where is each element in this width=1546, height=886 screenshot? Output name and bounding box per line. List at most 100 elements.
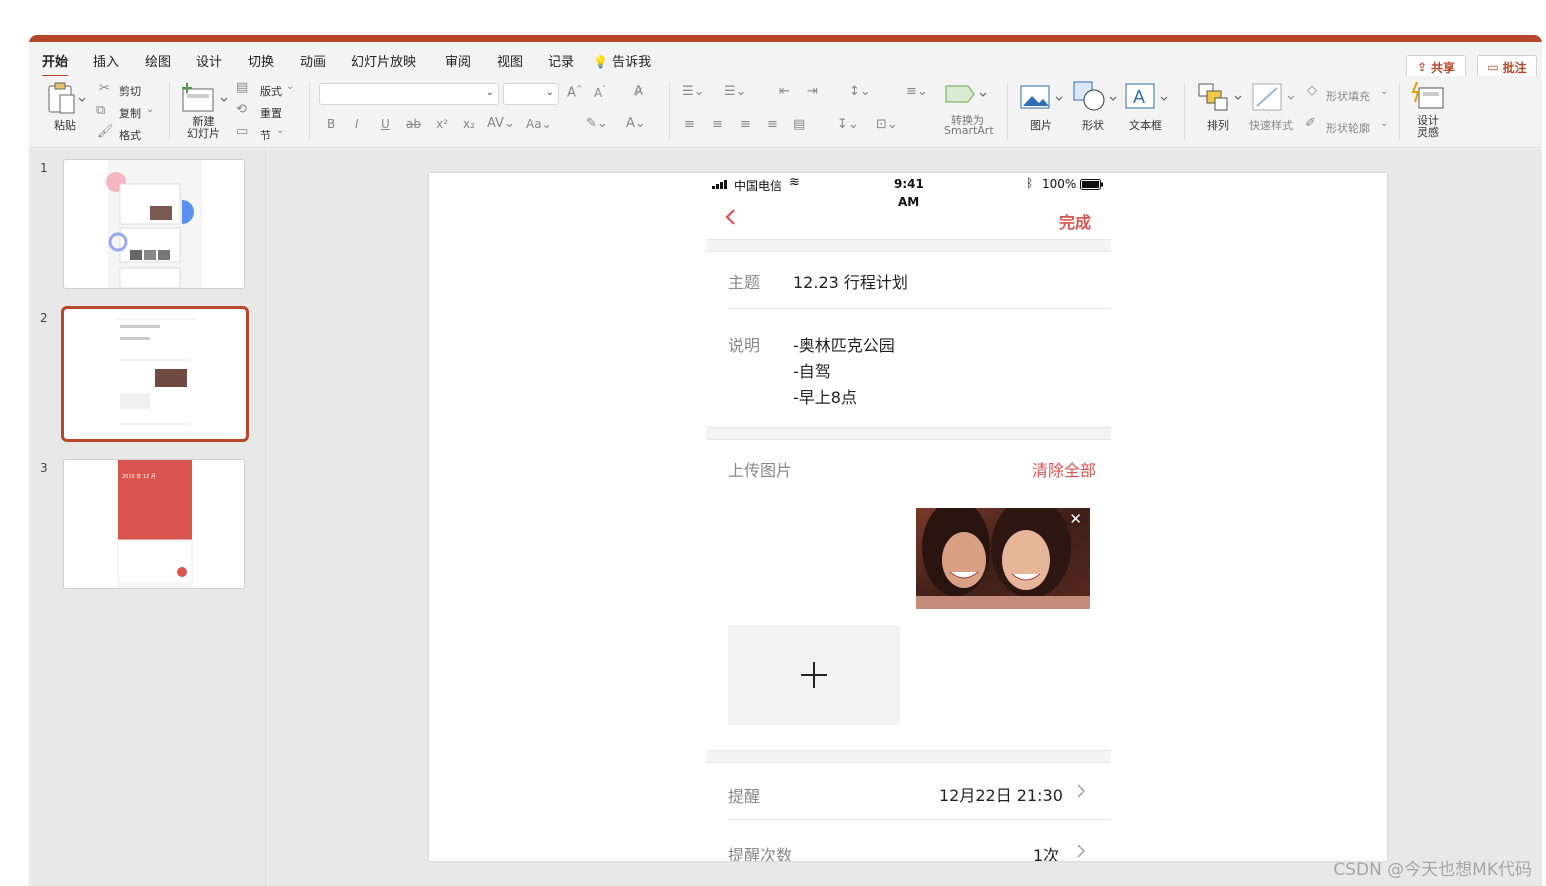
tab-view[interactable]: 视图 bbox=[497, 51, 523, 70]
slide-number: 3 bbox=[40, 461, 48, 475]
textbox-icon[interactable]: A bbox=[1124, 82, 1170, 112]
subscript-icon[interactable]: x₂ bbox=[463, 117, 475, 131]
section-icon[interactable]: ▭ bbox=[236, 124, 248, 139]
tab-record[interactable]: 记录 bbox=[548, 51, 574, 70]
chevron-right-icon[interactable] bbox=[1076, 843, 1086, 859]
layout-icon[interactable]: ▤ bbox=[236, 80, 248, 95]
format-painter-icon[interactable]: 🖌 bbox=[97, 124, 114, 139]
quick-styles-icon[interactable] bbox=[1251, 82, 1297, 112]
decrease-indent-icon[interactable]: ⇤ bbox=[779, 84, 790, 99]
font-family-select[interactable]: ⌄ bbox=[319, 83, 499, 105]
chevron-down-icon: ⌄ bbox=[545, 87, 554, 98]
divider bbox=[728, 308, 1111, 309]
reminder-value[interactable]: 12月22日 21:30 bbox=[939, 782, 1063, 806]
paste-icon[interactable] bbox=[46, 81, 86, 115]
shape-outline-icon[interactable]: ✐ bbox=[1305, 116, 1316, 131]
tell-me[interactable]: 💡 告诉我 bbox=[593, 51, 651, 70]
shapes-icon[interactable] bbox=[1072, 80, 1118, 114]
chevron-down-icon[interactable]: ⌄ bbox=[276, 125, 284, 136]
design-ideas-icon[interactable] bbox=[1411, 80, 1447, 112]
tab-draw[interactable]: 绘图 bbox=[145, 51, 171, 70]
chevron-down-icon[interactable]: ⌄ bbox=[146, 104, 154, 115]
chevron-down-icon[interactable]: ⌄ bbox=[1380, 86, 1388, 97]
superscript-icon[interactable]: x² bbox=[436, 117, 448, 131]
shape-outline-label[interactable]: 形状轮廓 bbox=[1326, 120, 1370, 136]
divider bbox=[706, 439, 1111, 440]
strikethrough-icon[interactable]: ab bbox=[406, 117, 421, 131]
shape-fill-label[interactable]: 形状填充 bbox=[1326, 88, 1370, 104]
shape-fill-icon[interactable]: ◇ bbox=[1307, 83, 1317, 98]
arrange-label: 排列 bbox=[1207, 119, 1229, 132]
copy-icon[interactable]: ⧉ bbox=[96, 103, 105, 118]
description-line[interactable]: -奥林匹克公园 bbox=[793, 332, 895, 356]
format-painter-label[interactable]: 格式 bbox=[119, 127, 141, 143]
smartart-icon[interactable] bbox=[944, 80, 990, 110]
underline-icon[interactable]: U bbox=[381, 117, 390, 131]
description-line[interactable]: -自驾 bbox=[793, 358, 831, 382]
status-bar: 中国电信 ≋ 9:41 AM ᛒ 100% bbox=[706, 173, 1111, 217]
reset-label[interactable]: 重置 bbox=[260, 105, 282, 121]
cut-label[interactable]: 剪切 bbox=[119, 83, 141, 99]
new-slide-icon[interactable] bbox=[181, 81, 231, 115]
increase-font-icon[interactable]: A^ bbox=[567, 84, 583, 100]
chevron-right-icon[interactable] bbox=[1076, 783, 1086, 799]
scissors-icon[interactable]: ✂ bbox=[99, 81, 110, 96]
clear-format-icon[interactable]: A̷ bbox=[634, 84, 643, 99]
bullets-icon[interactable]: ☰⌄ bbox=[682, 84, 705, 99]
char-spacing-icon[interactable]: AV⌄ bbox=[487, 116, 515, 131]
signal-icon bbox=[712, 180, 727, 189]
tab-insert[interactable]: 插入 bbox=[93, 51, 119, 70]
highlight-icon[interactable]: ✎⌄ bbox=[586, 116, 608, 131]
comment-icon: ▭ bbox=[1487, 60, 1499, 74]
slide-2-preview bbox=[114, 309, 196, 439]
italic-icon[interactable]: I bbox=[355, 117, 359, 131]
slide-thumbnail-2[interactable] bbox=[61, 306, 249, 442]
clear-all-button[interactable]: 清除全部 bbox=[1032, 457, 1096, 481]
chevron-down-icon[interactable]: ⌄ bbox=[286, 81, 294, 92]
done-button[interactable]: 完成 bbox=[1059, 209, 1091, 233]
chevron-down-icon[interactable]: ⌄ bbox=[1380, 118, 1388, 129]
back-chevron-icon[interactable] bbox=[724, 208, 738, 226]
section-label[interactable]: 节 bbox=[260, 127, 271, 143]
tab-review[interactable]: 审阅 bbox=[445, 51, 471, 70]
change-case-icon[interactable]: Aa⌄ bbox=[526, 117, 552, 131]
watermark: CSDN @今天也想MK代码 bbox=[1333, 860, 1532, 880]
reminder-count-value[interactable]: 1次 bbox=[1033, 842, 1059, 861]
line-spacing-icon[interactable]: ↕⌄ bbox=[849, 84, 871, 99]
distributed-icon[interactable]: ▤ bbox=[793, 117, 805, 132]
uploaded-photo[interactable]: ✕ bbox=[916, 508, 1090, 609]
tab-design[interactable]: 设计 bbox=[196, 51, 222, 70]
tab-home[interactable]: 开始 bbox=[42, 51, 69, 77]
reset-icon[interactable]: ⟲ bbox=[236, 102, 247, 117]
add-photo-button[interactable] bbox=[728, 625, 900, 725]
justify-icon[interactable]: ≡ bbox=[767, 117, 778, 132]
align-right-icon[interactable]: ≡ bbox=[740, 117, 751, 132]
align-left-icon[interactable]: ≡ bbox=[684, 117, 695, 132]
picture-icon[interactable] bbox=[1019, 84, 1065, 112]
arrange-icon[interactable] bbox=[1197, 82, 1245, 112]
align-center-icon[interactable]: ≡ bbox=[712, 117, 723, 132]
text-direction-icon[interactable]: ↧⌄ bbox=[837, 117, 859, 132]
increase-indent-icon[interactable]: ⇥ bbox=[807, 84, 818, 99]
bold-icon[interactable]: B bbox=[327, 117, 335, 131]
align-text-icon[interactable]: ⊡⌄ bbox=[876, 117, 898, 132]
current-slide[interactable]: 中国电信 ≋ 9:41 AM ᛒ 100% 完成 主题 12.23 行程计划 说… bbox=[429, 173, 1387, 861]
tab-animations[interactable]: 动画 bbox=[300, 51, 326, 70]
subject-value[interactable]: 12.23 行程计划 bbox=[793, 269, 908, 293]
tab-slideshow[interactable]: 幻灯片放映 bbox=[351, 51, 416, 70]
tab-transitions[interactable]: 切换 bbox=[248, 51, 274, 70]
description-line[interactable]: -早上8点 bbox=[793, 384, 857, 408]
columns-icon[interactable]: ≡⌄ bbox=[906, 84, 928, 99]
slide-thumbnail-3[interactable]: 2019 年 12 月 bbox=[63, 459, 245, 589]
layout-label[interactable]: 版式 bbox=[260, 83, 282, 99]
divider bbox=[309, 82, 310, 140]
slide-thumbnail-1[interactable] bbox=[63, 159, 245, 289]
slide-number: 1 bbox=[40, 161, 48, 175]
font-size-select[interactable]: ⌄ bbox=[503, 83, 559, 105]
decrease-font-icon[interactable]: Aˇ bbox=[594, 85, 606, 100]
font-color-icon[interactable]: A⌄ bbox=[626, 116, 646, 131]
numbering-icon[interactable]: ☰⌄ bbox=[724, 84, 747, 99]
copy-label[interactable]: 复制 bbox=[119, 105, 141, 121]
remove-photo-icon[interactable]: ✕ bbox=[1069, 510, 1082, 528]
section-gap bbox=[706, 751, 1111, 762]
